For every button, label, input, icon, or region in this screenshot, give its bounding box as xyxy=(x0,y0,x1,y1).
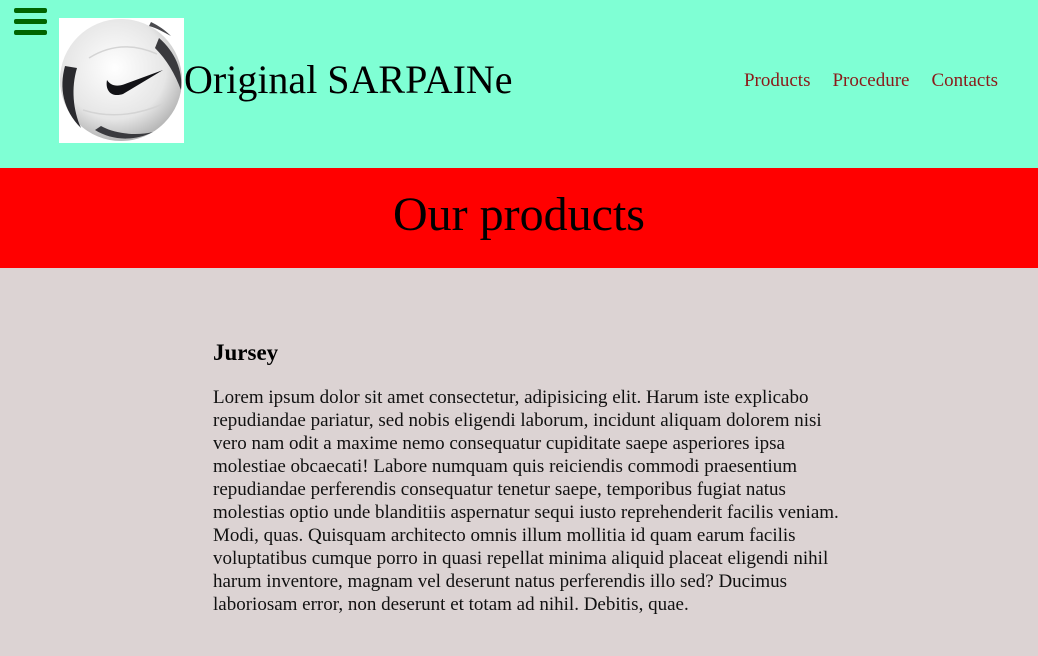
menu-icon-bar xyxy=(14,19,47,24)
banner-title: Our products xyxy=(393,188,645,241)
section-body: Lorem ipsum dolor sit amet consectetur, … xyxy=(213,387,839,615)
site-title: Original SARPAINe xyxy=(184,57,513,102)
nav-link-contacts[interactable]: Contacts xyxy=(932,70,999,92)
products-banner: Our products xyxy=(0,168,1038,268)
menu-icon-bar xyxy=(14,30,47,35)
section-heading: Jursey xyxy=(213,340,279,365)
soccer-ball-icon xyxy=(60,19,182,141)
main-content: Jursey Lorem ipsum dolor sit amet consec… xyxy=(0,268,858,616)
menu-icon-bar xyxy=(14,8,47,13)
site-header: Original SARPAINe Products Procedure Con… xyxy=(0,0,1038,168)
nav-link-procedure[interactable]: Procedure xyxy=(832,70,909,92)
main-nav: Products Procedure Contacts xyxy=(744,70,998,92)
hamburger-menu-icon[interactable] xyxy=(14,8,47,36)
soccer-ball-logo xyxy=(59,18,184,143)
nav-link-products[interactable]: Products xyxy=(744,70,811,92)
